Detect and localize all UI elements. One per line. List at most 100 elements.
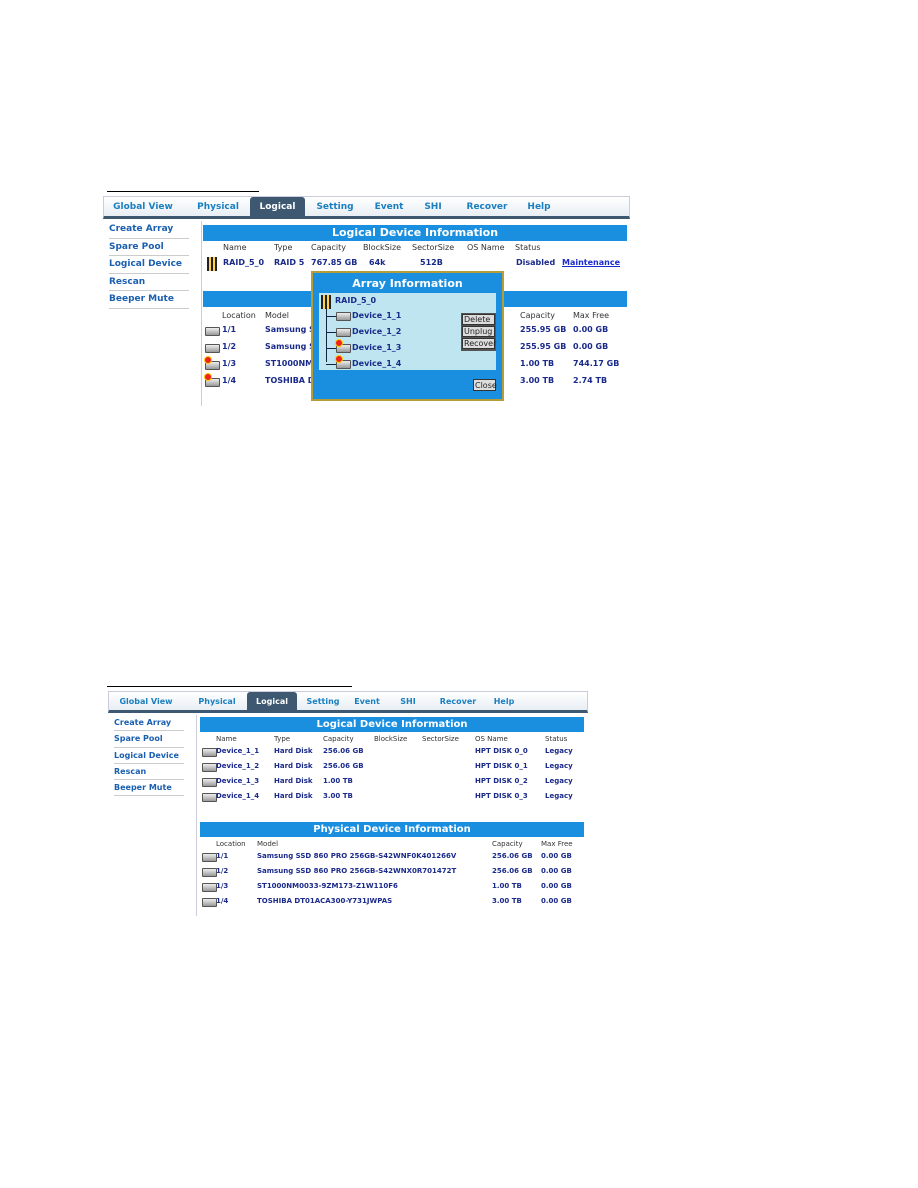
recover-button[interactable]: Recover xyxy=(462,338,496,349)
tree-branch xyxy=(326,348,336,349)
close-button[interactable]: Close xyxy=(473,379,497,391)
physical-max_free: 2.74 TB xyxy=(573,376,608,385)
logical-name: Device_1_4 xyxy=(216,792,260,800)
column-header: Max Free xyxy=(541,840,573,848)
disk-icon xyxy=(335,355,351,369)
sidebar-item-rescan[interactable]: Rescan xyxy=(109,274,189,291)
column-header: SectorSize xyxy=(422,735,459,743)
logical-capacity: 1.00 TB xyxy=(323,777,353,785)
sidebar-item-create-array[interactable]: Create Array xyxy=(109,221,189,239)
logical-status: Legacy xyxy=(545,777,573,785)
disk-icon xyxy=(204,373,220,387)
logical-type: Hard Disk xyxy=(274,762,313,770)
tab-physical[interactable]: Physical xyxy=(191,692,243,710)
physical-location: 1/4 xyxy=(222,376,237,385)
physical-capacity: 3.00 TB xyxy=(520,376,555,385)
logical-sectorsize: 512B xyxy=(420,258,443,267)
disk-icon xyxy=(204,356,220,370)
logical-capacity: 256.06 GB xyxy=(323,762,364,770)
table-row: Device_1_3 Hard Disk 1.00 TB HPT DISK 0_2 Le… xyxy=(108,777,588,790)
table-row: Device_1_1 Hard Disk 256.06 GB HPT DISK 0_0… xyxy=(108,747,588,760)
raid-array-icon xyxy=(207,257,217,271)
tab-global-view[interactable]: Global View xyxy=(106,197,180,216)
column-header: Model xyxy=(265,311,290,320)
column-header: SectorSize xyxy=(412,243,455,252)
delete-button[interactable]: Delete xyxy=(462,314,495,325)
raid-array-icon xyxy=(321,295,331,309)
logical-capacity: 767.85 GB xyxy=(311,258,358,267)
column-header: Status xyxy=(545,735,568,743)
sidebar-item-spare-pool[interactable]: Spare Pool xyxy=(114,731,184,748)
column-header: BlockSize xyxy=(374,735,408,743)
tab-setting[interactable]: Setting xyxy=(306,197,364,216)
tab-shi[interactable]: SHI xyxy=(389,692,427,710)
tab-help[interactable]: Help xyxy=(522,197,556,216)
tab-recover[interactable]: Recover xyxy=(454,197,520,216)
disk-icon xyxy=(335,339,351,353)
column-header: Status xyxy=(515,243,541,252)
array-information-dialog: Array Information RAID_5_0 Device_1_1 Devic… xyxy=(311,271,504,401)
sidebar-item-create-array[interactable]: Create Array xyxy=(114,715,184,732)
column-header: BlockSize xyxy=(363,243,402,252)
table-row: Device_1_2 Hard Disk 256.06 GB HPT DISK 0_1… xyxy=(108,762,588,775)
sidebar-item-beeper-mute[interactable]: Beeper Mute xyxy=(109,291,189,309)
column-header: Name xyxy=(223,243,247,252)
action-buttons: Delete Unplug Recover xyxy=(461,313,496,351)
logical-os_name: HPT DISK 0_0 xyxy=(475,747,528,755)
tab-recover[interactable]: Recover xyxy=(431,692,485,710)
top-nav: Global View Physical Logical Setting Event SH… xyxy=(103,196,630,219)
tab-help[interactable]: Help xyxy=(487,692,521,710)
logical-device-header: Logical Device Information xyxy=(200,717,584,732)
logical-name: Device_1_2 xyxy=(216,762,260,770)
logical-type: RAID 5 xyxy=(274,258,305,267)
tab-physical[interactable]: Physical xyxy=(186,197,250,216)
tab-event[interactable]: Event xyxy=(366,197,412,216)
logical-type: Hard Disk xyxy=(274,747,313,755)
unplug-button[interactable]: Unplug xyxy=(462,326,495,337)
physical-capacity: 256.06 GB xyxy=(492,852,533,860)
tree-device[interactable]: Device_1_4 xyxy=(352,359,401,368)
disk-icon xyxy=(202,763,217,772)
logical-capacity: 256.06 GB xyxy=(323,747,364,755)
physical-location: 1/3 xyxy=(216,882,229,890)
tab-event[interactable]: Event xyxy=(347,692,387,710)
physical-max_free: 0.00 GB xyxy=(573,342,609,351)
column-header: Capacity xyxy=(520,311,555,320)
tab-logical[interactable]: Logical xyxy=(247,692,297,710)
disk-icon xyxy=(205,327,220,336)
physical-model: Samsung SSD 860 PRO 256GB-S42WNX0R701472… xyxy=(257,867,457,875)
column-header: Location xyxy=(216,840,246,848)
tab-global-view[interactable]: Global View xyxy=(111,692,181,710)
logical-status: Legacy xyxy=(545,747,573,755)
column-header: Name xyxy=(216,735,237,743)
physical-max_free: 0.00 GB xyxy=(541,852,572,860)
sidebar-item-spare-pool[interactable]: Spare Pool xyxy=(109,239,189,256)
table-row: 1/2 Samsung SSD 860 PRO 256GB-S42WNX0R701… xyxy=(108,867,588,880)
logical-os_name: HPT DISK 0_2 xyxy=(475,777,528,785)
tab-logical[interactable]: Logical xyxy=(250,197,305,216)
tree-device[interactable]: Device_1_2 xyxy=(352,327,401,336)
physical-max_free: 744.17 GB xyxy=(573,359,620,368)
physical-capacity: 255.95 GB xyxy=(520,342,567,351)
physical-location: 1/4 xyxy=(216,897,229,905)
maintenance-link[interactable]: Maintenance xyxy=(562,258,620,267)
table-row: Device_1_4 Hard Disk 3.00 TB HPT DISK 0_3 Le… xyxy=(108,792,588,805)
logical-os_name: HPT DISK 0_3 xyxy=(475,792,528,800)
tab-setting[interactable]: Setting xyxy=(299,692,347,710)
logical-blocksize: 64k xyxy=(369,258,386,267)
physical-device-header: Physical Device Information xyxy=(200,822,584,837)
physical-model: Samsung SSD 860 PRO 256GB-S42WNF0K401266… xyxy=(257,852,457,860)
tree-device[interactable]: Device_1_3 xyxy=(352,343,401,352)
table-row: 1/1 Samsung SSD 860 PRO 256GB-S42WNF0K401… xyxy=(108,852,588,865)
column-header: Capacity xyxy=(311,243,346,252)
physical-model: ST1000NM0033-9ZM173-Z1W110F6 xyxy=(257,882,398,890)
tree-branch xyxy=(326,364,336,365)
logical-name: Device_1_3 xyxy=(216,777,260,785)
column-header: Capacity xyxy=(492,840,523,848)
column-header: Max Free xyxy=(573,311,610,320)
sidebar-item-logical-device[interactable]: Logical Device xyxy=(109,256,189,274)
column-header: Capacity xyxy=(323,735,354,743)
tab-shi[interactable]: SHI xyxy=(412,197,454,216)
screenshot-array-information: Global View Physical Logical Setting Event SH… xyxy=(103,196,630,406)
tree-device[interactable]: Device_1_1 xyxy=(352,311,401,320)
